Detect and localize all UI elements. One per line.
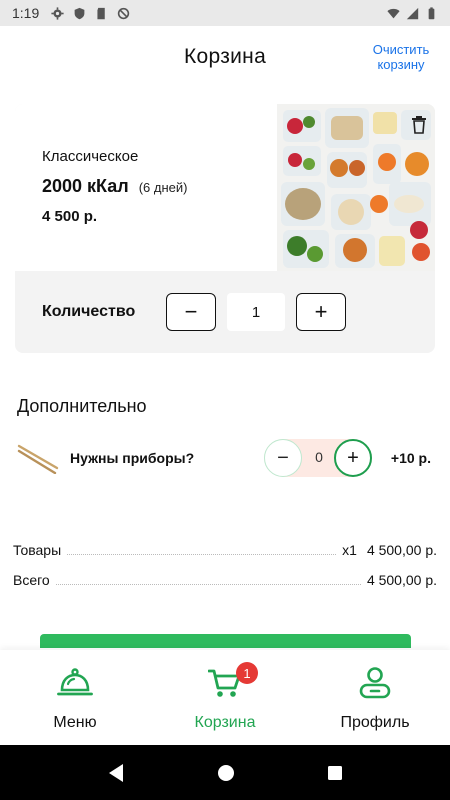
extra-item-label: Нужны приборы? <box>70 450 195 466</box>
signal-icon <box>406 7 419 19</box>
shield-icon <box>74 7 85 19</box>
cutlery-decrease-button[interactable]: − <box>264 439 302 477</box>
nav-profile[interactable]: Профиль <box>300 650 450 745</box>
quantity-decrease-button[interactable]: − <box>166 293 216 331</box>
goods-amount: 4 500,00 р. <box>366 542 437 558</box>
back-icon[interactable] <box>107 763 125 783</box>
quantity-row: Количество − 1 + <box>42 293 422 331</box>
goods-label: Товары <box>13 542 62 558</box>
cutlery-increase-button[interactable]: + <box>334 439 372 477</box>
product-price: 4 500 р. <box>42 208 98 225</box>
chopsticks-icon <box>17 444 59 474</box>
product-name: Классическое <box>42 148 139 165</box>
status-bar: 1:19 <box>0 0 450 26</box>
quantity-label: Количество <box>42 303 136 320</box>
cloche-icon <box>57 665 93 701</box>
total-label: Всего <box>13 572 50 588</box>
battery-icon <box>428 6 435 19</box>
quantity-increase-button[interactable]: + <box>296 293 346 331</box>
settings-icon <box>51 6 64 20</box>
product-kcal: 2000 кКал <box>42 176 129 196</box>
clear-cart-button[interactable]: Очистить корзину <box>370 42 432 72</box>
product-days: (6 дней) <box>138 180 188 195</box>
page-title: Корзина <box>183 45 267 68</box>
nav-profile-label: Профиль <box>340 714 410 731</box>
cart-item-info: Классическое 2000 кКал (6 дней) 4 500 р. <box>42 148 187 225</box>
total-amount: 4 500,00 р. <box>366 572 437 588</box>
cart-badge: 1 <box>236 662 258 684</box>
home-icon[interactable] <box>217 764 235 782</box>
extra-item-cutlery: Нужны приборы? − 0 + +10 р. <box>17 437 437 479</box>
nav-menu-label: Меню <box>53 714 97 731</box>
checkout-button[interactable] <box>40 634 411 648</box>
cutlery-price: +10 р. <box>390 450 431 466</box>
nav-cart-label: Корзина <box>194 714 256 731</box>
bottom-nav: Меню 1 Корзина Профиль <box>0 650 450 745</box>
cutlery-count: 0 <box>315 449 323 465</box>
app-header: Корзина Очистить корзину <box>0 26 450 88</box>
no-sync-icon <box>118 7 130 19</box>
profile-icon <box>359 665 391 701</box>
quantity-value: 1 <box>227 293 285 331</box>
summary-total-row: Всего 4 500,00 р. <box>13 566 437 588</box>
recents-icon[interactable] <box>327 765 343 781</box>
nav-menu[interactable]: Меню <box>0 650 150 745</box>
goods-qty: x1 <box>342 542 357 558</box>
nav-cart[interactable]: 1 Корзина <box>150 650 300 745</box>
cart-item-top: Классическое 2000 кКал (6 дней) 4 500 р. <box>15 104 435 271</box>
sd-card-icon <box>97 7 105 19</box>
wifi-icon <box>387 8 400 18</box>
trash-icon[interactable] <box>411 116 427 134</box>
system-nav-bar <box>0 745 450 800</box>
extras-title: Дополнительно <box>17 396 147 416</box>
status-time: 1:19 <box>12 5 40 21</box>
summary-goods-row: Товары x1 4 500,00 р. <box>13 536 437 558</box>
cart-item-card: Классическое 2000 кКал (6 дней) 4 500 р. <box>15 104 435 353</box>
cutlery-stepper: − 0 + <box>264 437 372 479</box>
